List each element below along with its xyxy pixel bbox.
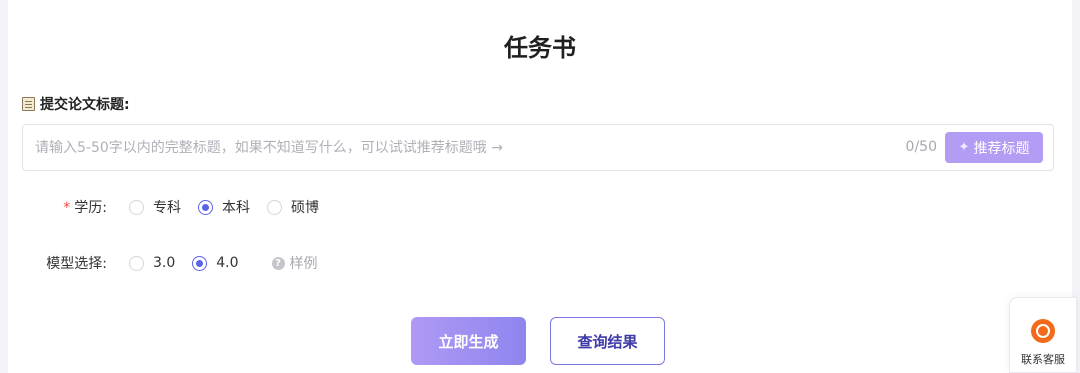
contact-service-widget[interactable]: 联系客服: [1009, 297, 1077, 373]
model-label: 模型选择:: [46, 256, 107, 272]
education-option-label: 专科: [153, 200, 181, 216]
sparkle-icon: ✦: [958, 140, 970, 155]
generate-button[interactable]: 立即生成: [411, 317, 526, 365]
education-option-shuobo[interactable]: 硕博: [267, 197, 319, 217]
model-option-label: 3.0: [153, 255, 176, 271]
radio-circle-checked[interactable]: [198, 199, 213, 215]
task-card: 任务书 提交论文标题: 0/50 ✦ 推荐标题 *学历: 专科 本科 硕博 模型…: [8, 0, 1072, 373]
model-row: 模型选择: 3.0 4.0 ? 样例: [8, 253, 318, 273]
education-option-benke[interactable]: 本科: [198, 197, 250, 217]
education-label-text: 学历:: [74, 200, 107, 216]
radio-circle[interactable]: [129, 199, 144, 215]
education-option-label: 本科: [222, 200, 250, 216]
radio-circle[interactable]: [267, 199, 282, 215]
title-section-label-text: 提交论文标题:: [40, 97, 130, 113]
required-mark: *: [63, 200, 71, 216]
recommend-title-button[interactable]: ✦ 推荐标题: [945, 132, 1043, 163]
title-input-box: 0/50 ✦ 推荐标题: [22, 124, 1054, 171]
model-option-label: 4.0: [216, 255, 239, 271]
education-label: * 学历:: [8, 197, 129, 217]
memo-icon: [22, 97, 35, 111]
title-section-label: 提交论文标题:: [22, 94, 130, 114]
education-row: * 学历: 专科 本科 硕博: [8, 197, 336, 217]
help-icon: ?: [271, 256, 285, 270]
headset-icon: [1031, 319, 1055, 343]
query-results-button[interactable]: 查询结果: [550, 317, 665, 365]
model-option-4[interactable]: 4.0: [192, 255, 239, 271]
title-input[interactable]: [35, 125, 895, 170]
education-option-zhuanke[interactable]: 专科: [129, 197, 181, 217]
education-option-label: 硕博: [291, 200, 319, 216]
char-counter: 0/50: [905, 139, 937, 155]
page-title: 任务书: [504, 34, 576, 62]
sample-label: 样例: [289, 256, 318, 272]
radio-circle[interactable]: [129, 255, 144, 271]
sample-link[interactable]: ? 样例: [271, 253, 318, 273]
model-option-3[interactable]: 3.0: [129, 255, 175, 271]
recommend-title-label: 推荐标题: [973, 140, 1030, 157]
service-label: 联系客服: [1021, 353, 1065, 366]
radio-circle-checked[interactable]: [192, 255, 208, 271]
